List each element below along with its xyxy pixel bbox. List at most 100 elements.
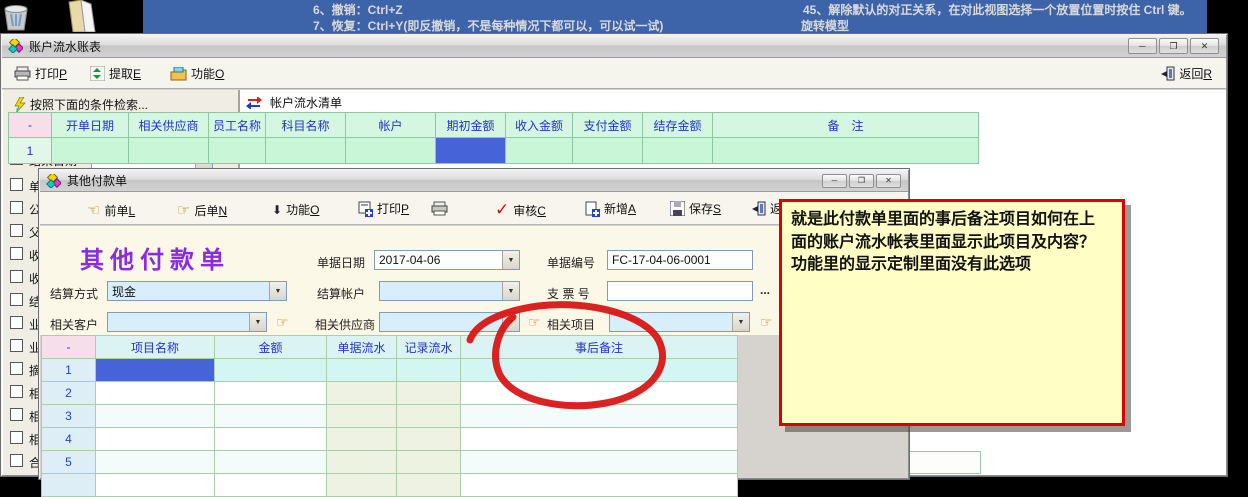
- column-header[interactable]: 项目名称: [96, 335, 215, 359]
- table-cell[interactable]: [327, 405, 397, 428]
- table-cell[interactable]: [327, 359, 397, 382]
- table-cell[interactable]: [129, 138, 209, 164]
- column-header[interactable]: 期初金额: [436, 112, 506, 138]
- table-cell[interactable]: [346, 138, 436, 164]
- table-cell[interactable]: [96, 359, 215, 382]
- sidebar-checkbox[interactable]: [10, 431, 23, 444]
- pointing-hand-icon[interactable]: ☞: [276, 315, 289, 329]
- chevron-down-icon[interactable]: ▼: [502, 251, 519, 269]
- search-by-conditions-button[interactable]: 按照下面的条件检索...: [13, 96, 148, 113]
- next-doc-button[interactable]: ☞ 后单N: [177, 201, 227, 219]
- table-cell[interactable]: 5: [41, 451, 96, 474]
- table-cell[interactable]: [215, 474, 327, 497]
- table-cell[interactable]: [436, 138, 506, 164]
- table-cell[interactable]: [215, 428, 327, 451]
- sidebar-checkbox[interactable]: [10, 316, 23, 329]
- column-header[interactable]: 备 注: [713, 112, 979, 138]
- column-header[interactable]: 收入金额: [506, 112, 573, 138]
- pointing-hand-icon[interactable]: ☞: [760, 315, 773, 329]
- doc-no-input[interactable]: FC-17-04-06-0001: [607, 250, 753, 270]
- recycle-bin-icon[interactable]: [1, 2, 31, 32]
- table-cell[interactable]: [96, 451, 215, 474]
- project-combo[interactable]: ▼: [609, 312, 750, 332]
- sidebar-checkbox[interactable]: [10, 247, 23, 260]
- table-cell[interactable]: [209, 138, 266, 164]
- sidebar-checkbox[interactable]: [10, 339, 23, 352]
- minimize-button[interactable]: ─: [1128, 38, 1157, 54]
- minimize-button[interactable]: ─: [822, 174, 847, 188]
- table-cell[interactable]: [96, 382, 215, 405]
- pointing-hand-icon[interactable]: ☞: [528, 315, 541, 329]
- table-cell[interactable]: [215, 359, 327, 382]
- table-cell[interactable]: [461, 359, 738, 382]
- column-header[interactable]: 支付金额: [573, 112, 643, 138]
- table-cell[interactable]: [96, 474, 215, 497]
- folder-icon[interactable]: [55, 0, 103, 32]
- table-cell[interactable]: 4: [41, 428, 96, 451]
- table-cell[interactable]: [215, 451, 327, 474]
- chevron-down-icon[interactable]: ▼: [732, 313, 749, 331]
- chevron-down-icon[interactable]: ▼: [502, 282, 519, 300]
- column-header[interactable]: 科目名称: [266, 112, 346, 138]
- table-cell[interactable]: [96, 428, 215, 451]
- sidebar-checkbox[interactable]: [10, 293, 23, 306]
- table-cell[interactable]: 2: [41, 382, 96, 405]
- printer-icon[interactable]: [430, 201, 448, 216]
- maximize-button[interactable]: ❐: [1159, 38, 1188, 54]
- sidebar-checkbox[interactable]: [10, 270, 23, 283]
- maximize-button[interactable]: ❐: [849, 174, 874, 188]
- close-button[interactable]: ✕: [876, 174, 901, 188]
- back-button[interactable]: 返回R: [1161, 65, 1212, 82]
- sidebar-checkbox[interactable]: [10, 454, 23, 467]
- print-button[interactable]: 打印P: [14, 65, 67, 82]
- column-header[interactable]: 单据流水: [327, 335, 397, 359]
- extract-button[interactable]: 提取E: [90, 65, 141, 82]
- column-header[interactable]: 帐户: [346, 112, 436, 138]
- dialog-titlebar[interactable]: 其他付款单 ─ ❐ ✕: [40, 170, 908, 192]
- table-cell[interactable]: [327, 428, 397, 451]
- table-cell[interactable]: [713, 138, 979, 164]
- table-cell[interactable]: [397, 451, 461, 474]
- table-cell[interactable]: [461, 451, 738, 474]
- doc-date-combo[interactable]: 2017-04-06▼: [374, 250, 520, 270]
- settle-method-combo[interactable]: 现金▼: [107, 281, 287, 301]
- sidebar-checkbox[interactable]: [10, 201, 23, 214]
- table-cell[interactable]: [573, 138, 643, 164]
- sidebar-checkbox[interactable]: [10, 178, 23, 191]
- table-cell[interactable]: [327, 474, 397, 497]
- column-header[interactable]: 员工名称: [209, 112, 266, 138]
- table-cell[interactable]: [461, 405, 738, 428]
- sidebar-checkbox[interactable]: [10, 408, 23, 421]
- chevron-down-icon[interactable]: ▼: [249, 313, 266, 331]
- table-cell[interactable]: [266, 138, 346, 164]
- column-header[interactable]: 结存金额: [643, 112, 713, 138]
- table-cell[interactable]: [215, 382, 327, 405]
- print-button[interactable]: 打印P: [357, 200, 409, 217]
- table-cell[interactable]: [643, 138, 713, 164]
- table-cell[interactable]: [461, 428, 738, 451]
- settle-account-combo[interactable]: ▼: [379, 281, 520, 301]
- close-button[interactable]: ✕: [1190, 38, 1219, 54]
- save-button[interactable]: 保存S: [670, 200, 721, 217]
- column-header[interactable]: 事后备注: [461, 335, 738, 359]
- table-cell[interactable]: [41, 474, 96, 497]
- sidebar-checkbox[interactable]: [10, 224, 23, 237]
- column-header[interactable]: 金额: [215, 335, 327, 359]
- table-cell[interactable]: [215, 405, 327, 428]
- table-cell[interactable]: [327, 382, 397, 405]
- column-header[interactable]: 开单日期: [52, 112, 129, 138]
- table-cell[interactable]: [397, 382, 461, 405]
- function-button[interactable]: ⬇ 功能O: [272, 201, 319, 218]
- table-cell[interactable]: 1: [41, 359, 96, 382]
- sidebar-checkbox[interactable]: [10, 362, 23, 375]
- table-cell[interactable]: [397, 474, 461, 497]
- chevron-down-icon[interactable]: ▼: [502, 313, 519, 331]
- table-cell[interactable]: [397, 405, 461, 428]
- chevron-down-icon[interactable]: ▼: [269, 282, 286, 300]
- table-cell[interactable]: [461, 382, 738, 405]
- table-cell[interactable]: [52, 138, 129, 164]
- table-cell[interactable]: [96, 405, 215, 428]
- table-cell[interactable]: [327, 451, 397, 474]
- column-header[interactable]: -: [8, 112, 52, 138]
- column-header[interactable]: -: [41, 335, 96, 359]
